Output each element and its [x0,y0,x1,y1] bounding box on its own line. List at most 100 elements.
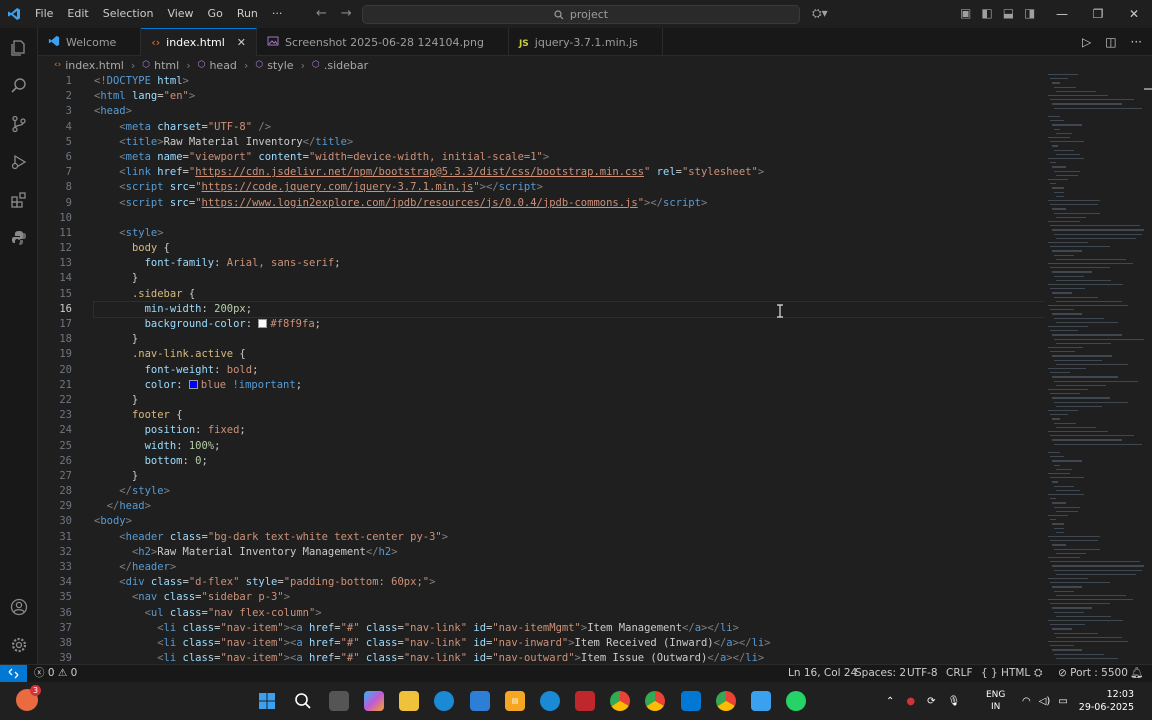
taskbar-search-icon[interactable] [293,691,313,711]
cursor-position[interactable]: Ln 16, Col 24 [788,665,857,682]
code-line[interactable]: <html lang="en"> [94,89,1044,104]
code-line[interactable]: position: fixed; [94,423,1044,438]
notification-avatar-icon[interactable]: 3 [16,685,41,711]
menu-item-run[interactable]: Run [230,0,265,28]
safari-like-icon[interactable] [540,691,560,711]
tab-screenshot-2025-06-28-124104-png[interactable]: Screenshot 2025-06-28 124104.png [257,28,509,56]
split-editor-icon[interactable]: ◫ [1105,35,1116,49]
code-content[interactable]: <!DOCTYPE html> <html lang="en"> <head> <m… [93,74,1044,664]
menu-item-edit[interactable]: Edit [60,0,95,28]
settings-gear-icon[interactable] [8,634,30,656]
task-view-icon[interactable] [329,691,349,711]
chrome-profile-icon[interactable] [645,691,665,711]
ms-store-icon[interactable] [470,691,490,711]
explorer-icon[interactable] [8,37,30,59]
code-line[interactable]: font-family: Arial, sans-serif; [94,256,1044,271]
copilot-icon[interactable]: ⛭▾ [812,6,828,21]
menu-item-view[interactable]: View [160,0,200,28]
color-swatch[interactable] [188,379,198,389]
code-line[interactable]: width: 100%; [94,439,1044,454]
vertical-scrollbar[interactable] [1144,74,1152,664]
code-line[interactable]: <nav class="sidebar p-3"> [94,590,1044,605]
menu-item-selection[interactable]: Selection [96,0,161,28]
live-server-port[interactable]: ⊘ Port : 5500 [1058,665,1128,682]
code-editor[interactable]: 1 2 3 4 5 6 7 8 9 10 11 12 13 14 15 16 17 18 19 20 21 22 23 24 2… [38,74,1044,664]
code-line[interactable]: <script src="https://www.login2explore.c… [94,196,1044,211]
encoding-setting[interactable]: UTF-8 [907,665,938,682]
problems-indicator[interactable]: ⓧ 0 ⚠ 0 [34,665,77,682]
code-line[interactable]: <li class="nav-item"><a href="#" class="… [94,651,1044,664]
code-line[interactable]: <script src="https://code.jquery.com/jqu… [94,180,1044,195]
code-line[interactable]: } [94,393,1044,408]
vscode-taskbar-icon[interactable] [681,691,701,711]
toggle-primary-sidebar-icon[interactable]: ◧ [981,6,992,20]
mcafee-icon[interactable] [575,691,595,711]
indentation-setting[interactable]: Spaces: 2 [855,665,906,682]
code-line[interactable]: <meta name="viewport" content="width=dev… [94,150,1044,165]
code-line[interactable]: .nav-link.active { [94,347,1044,362]
code-line[interactable]: <meta charset="UTF-8" /> [94,120,1044,135]
back-arrow-icon[interactable]: ← [316,6,327,21]
close-tab-icon[interactable]: ✕ [237,36,246,49]
whatsapp-icon[interactable] [786,691,806,711]
code-line[interactable]: <style> [94,226,1044,241]
code-line[interactable]: color: blue !important; [94,378,1044,393]
code-line[interactable]: font-weight: bold; [94,363,1044,378]
run-debug-icon[interactable] [8,151,30,173]
copilot-app-icon[interactable] [364,691,384,711]
color-swatch[interactable] [258,319,268,328]
windows-start-icon[interactable] [257,691,277,711]
breadcrumb-item[interactable]: head [209,59,236,72]
breadcrumb-item[interactable]: html [154,59,179,72]
code-line[interactable] [94,211,1044,226]
code-line[interactable]: </style> [94,484,1044,499]
code-line[interactable]: } [94,332,1044,347]
code-line[interactable]: body { [94,241,1044,256]
show-hidden-icons-icon[interactable]: ⌃ [886,696,894,707]
search-activity-icon[interactable] [8,75,30,97]
microphone-icon[interactable]: 🎙︎ [948,696,961,707]
close-window-icon[interactable]: ✕ [1116,0,1152,28]
tab-index-html[interactable]: ‹› index.html ✕ [141,28,258,56]
code-line[interactable]: footer { [94,408,1044,423]
code-line[interactable]: <title>Raw Material Inventory</title> [94,135,1044,150]
menu-more-icon[interactable]: ··· [265,0,290,28]
code-line[interactable]: <ul class="nav flex-column"> [94,606,1044,621]
tab-jquery-3-7-1-min-js[interactable]: JS jquery-3.7.1.min.js [509,28,663,56]
code-line[interactable]: </header> [94,560,1044,575]
breadcrumb-item[interactable]: style [267,59,293,72]
eol-setting[interactable]: CRLF [946,665,973,682]
copilot-status-icon[interactable]: ⛭ [1034,665,1042,682]
breadcrumb-item[interactable]: .sidebar [324,59,368,72]
remote-indicator-icon[interactable] [0,665,27,682]
restore-icon[interactable]: ❐ [1080,0,1116,28]
customize-layout-icon[interactable]: ▣ [960,6,971,20]
language-indicator[interactable]: ENG IN [986,682,1005,720]
code-line[interactable]: <li class="nav-item"><a href="#" class="… [94,621,1044,636]
extensions-icon[interactable] [8,189,30,211]
tab-welcome[interactable]: Welcome [38,28,142,56]
notifications-bell-icon[interactable]: 🔔︎ [1130,665,1143,682]
edge-browser-icon[interactable] [434,691,454,711]
code-line[interactable]: <body> [94,514,1044,529]
code-line[interactable]: background-color: #f8f9fa; [94,317,1044,332]
code-line[interactable]: <header class="bg-dark text-white text-c… [94,530,1044,545]
code-line[interactable]: <head> [94,104,1044,119]
tray-sync-icon[interactable]: ⟳ [927,696,935,707]
toggle-panel-icon[interactable]: ⬓ [1003,6,1014,20]
notepad-icon[interactable] [751,691,771,711]
minimize-icon[interactable]: — [1044,0,1080,28]
run-icon[interactable]: ▷ [1082,35,1091,49]
code-line[interactable]: } [94,271,1044,286]
network-volume-battery[interactable]: ◠ ◁) ▭ [1022,682,1068,720]
file-explorer-icon[interactable] [399,691,419,711]
app-icon[interactable]: ▤ [505,691,525,711]
code-line[interactable]: <h2>Raw Material Inventory Management</h… [94,545,1044,560]
code-line[interactable]: <div class="d-flex" style="padding-botto… [94,575,1044,590]
tray-app-icon[interactable]: ● [906,696,915,707]
code-line[interactable]: min-width: 200px; [93,300,1044,319]
account-icon[interactable] [8,596,30,618]
menu-item-go[interactable]: Go [201,0,230,28]
python-icon[interactable] [8,227,30,249]
language-mode[interactable]: { } HTML [981,665,1030,682]
